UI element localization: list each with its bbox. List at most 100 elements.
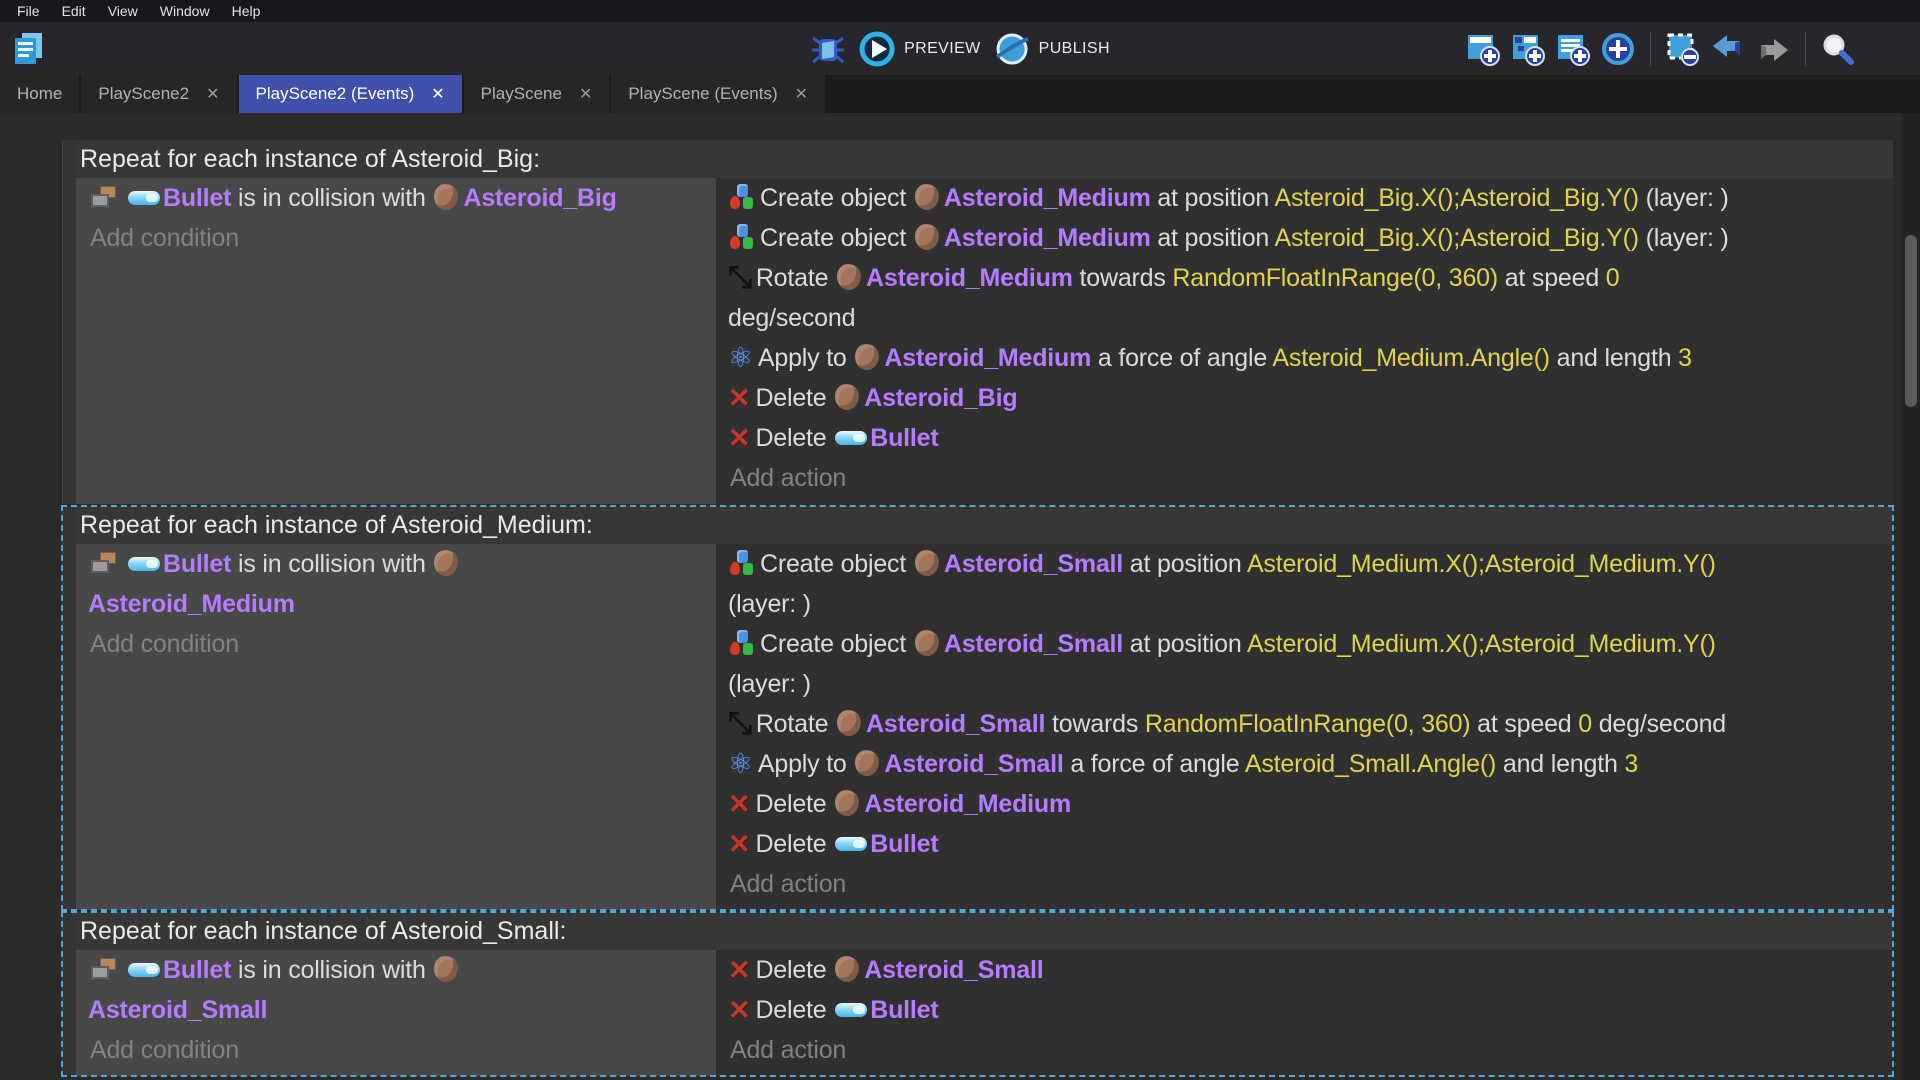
event-drag-handle[interactable] <box>62 140 76 504</box>
row-text: and length <box>1550 344 1678 372</box>
add-action-button[interactable]: Add action <box>716 458 1893 498</box>
row-text: Delete <box>755 790 833 818</box>
add-action-button[interactable]: Add action <box>716 1030 1893 1070</box>
event-drag-handle[interactable] <box>62 506 76 910</box>
event-block[interactable]: Repeat for each instance of Asteroid_Big… <box>62 140 1893 504</box>
redo-icon[interactable] <box>1755 31 1791 67</box>
tab-close-icon[interactable]: ✕ <box>795 84 808 104</box>
action-row[interactable]: Create object Asteroid_Medium at positio… <box>716 218 1893 258</box>
undo-icon[interactable] <box>1710 31 1746 67</box>
event-body: Bullet is in collision with Asteroid_Med… <box>76 544 1893 910</box>
add-condition-button[interactable]: Add condition <box>76 624 716 664</box>
toolbar-separator <box>1650 32 1651 66</box>
action-row[interactable]: Create object Asteroid_Medium at positio… <box>716 178 1893 218</box>
action-row[interactable]: ⤡Rotate Asteroid_Medium towards RandomFl… <box>716 258 1893 338</box>
object-name: Bullet <box>163 550 231 578</box>
tab-close-icon[interactable]: ✕ <box>431 84 444 104</box>
row-text: at speed <box>1470 710 1578 738</box>
scrollbar-thumb[interactable] <box>1905 235 1917 407</box>
row-text: and length <box>1496 750 1624 778</box>
gdevelop-window: FileEditViewWindowHelp <box>0 0 1920 1080</box>
action-row[interactable]: ✕Delete Bullet <box>716 418 1893 458</box>
event-block[interactable]: Repeat for each instance of Asteroid_Sma… <box>62 912 1893 1076</box>
condition-row[interactable]: Bullet is in collision with Asteroid_Med… <box>76 544 716 624</box>
tab-playscene[interactable]: PlayScene✕ <box>464 75 610 113</box>
asteroid-object-icon <box>854 749 881 778</box>
delete-icon: ✕ <box>728 385 750 412</box>
delete-icon: ✕ <box>728 957 750 984</box>
expression-text: RandomFloatInRange(0, 360) <box>1145 710 1471 738</box>
tab-playscene-events-[interactable]: PlayScene (Events)✕ <box>611 75 825 113</box>
collision-box-b <box>91 560 109 573</box>
tab-label: Home <box>17 84 62 104</box>
action-row[interactable]: ⚛Apply to Asteroid_Medium a force of ang… <box>716 338 1893 378</box>
asteroid-object-icon <box>433 183 460 212</box>
event-header[interactable]: Repeat for each instance of Asteroid_Med… <box>76 506 1893 544</box>
tab-home[interactable]: Home <box>0 75 79 113</box>
tab-close-icon[interactable]: ✕ <box>579 84 592 104</box>
menu-item-window[interactable]: Window <box>149 3 221 19</box>
row-text: a force of angle <box>1091 344 1272 372</box>
search-icon[interactable] <box>1820 31 1856 67</box>
row-text: (layer: ) <box>1639 224 1729 252</box>
asteroid-object-icon <box>433 549 460 578</box>
event-header[interactable]: Repeat for each instance of Asteroid_Sma… <box>76 912 1893 950</box>
gdevelop-logo-icon[interactable] <box>10 30 48 68</box>
action-row[interactable]: ⚛Apply to Asteroid_Small a force of angl… <box>716 744 1893 784</box>
add-subevent-icon[interactable] <box>1510 31 1546 67</box>
asteroid-object-icon <box>913 549 940 578</box>
add-condition-button[interactable]: Add condition <box>76 218 716 258</box>
tab-playscene2[interactable]: PlayScene2✕ <box>81 75 236 113</box>
remove-selection-icon[interactable] <box>1665 31 1701 67</box>
tab-close-icon[interactable]: ✕ <box>206 84 219 104</box>
event-body: Bullet is in collision with Asteroid_Sma… <box>76 950 1893 1076</box>
publish-button[interactable]: PUBLISH <box>993 30 1110 68</box>
action-row[interactable]: Create object Asteroid_Small at position… <box>716 624 1893 704</box>
row-text: at speed <box>1498 264 1606 292</box>
create-shape-g <box>743 197 753 209</box>
preview-button[interactable]: PREVIEW <box>858 30 981 68</box>
event-drag-handle[interactable] <box>62 912 76 1076</box>
condition-row[interactable]: Bullet is in collision with Asteroid_Sma… <box>76 950 716 1030</box>
add-comment-icon[interactable] <box>1555 31 1591 67</box>
create-shape-g <box>743 237 753 249</box>
event-header[interactable]: Repeat for each instance of Asteroid_Big… <box>76 140 1893 178</box>
menu-item-file[interactable]: File <box>6 3 51 19</box>
asteroid-object-icon <box>835 709 862 738</box>
expression-text: 3 <box>1624 750 1638 778</box>
asteroid-object-icon <box>834 383 861 412</box>
action-row[interactable]: ✕Delete Bullet <box>716 990 1893 1030</box>
asteroid-object-icon <box>913 629 940 658</box>
add-action-button[interactable]: Add action <box>716 864 1893 904</box>
add-event-icon[interactable] <box>1465 31 1501 67</box>
condition-row[interactable]: Bullet is in collision with Asteroid_Big <box>76 178 716 218</box>
action-row[interactable]: ✕Delete Bullet <box>716 824 1893 864</box>
add-condition-button[interactable]: Add condition <box>76 1030 716 1070</box>
delete-icon: ✕ <box>728 831 750 858</box>
menu-item-view[interactable]: View <box>97 3 149 19</box>
tab-playscene2-events-[interactable]: PlayScene2 (Events)✕ <box>239 75 462 113</box>
actions-column: Create object Asteroid_Medium at positio… <box>716 178 1893 504</box>
add-new-icon[interactable] <box>1600 31 1636 67</box>
row-text: at position <box>1151 224 1275 252</box>
row-text: is in collision with <box>231 550 432 578</box>
object-name: Bullet <box>163 956 231 984</box>
row-text: towards <box>1045 710 1145 738</box>
action-row[interactable]: ✕Delete Asteroid_Medium <box>716 784 1893 824</box>
action-row[interactable]: ✕Delete Asteroid_Big <box>716 378 1893 418</box>
row-text: (layer: ) <box>728 670 811 698</box>
row-text: Delete <box>755 956 833 984</box>
object-name: Asteroid_Small <box>944 550 1123 578</box>
bullet-object-icon <box>835 431 867 445</box>
collision-box-b <box>91 966 109 979</box>
menu-item-edit[interactable]: Edit <box>51 3 97 19</box>
menu-item-help[interactable]: Help <box>221 3 272 19</box>
bullet-object-icon <box>128 963 160 977</box>
action-row[interactable]: ⤡Rotate Asteroid_Small towards RandomFlo… <box>716 704 1893 744</box>
event-block[interactable]: Repeat for each instance of Asteroid_Med… <box>62 506 1893 910</box>
action-row[interactable]: ✕Delete Asteroid_Small <box>716 950 1893 990</box>
debug-icon[interactable] <box>810 31 846 67</box>
action-row[interactable]: Create object Asteroid_Small at position… <box>716 544 1893 624</box>
vertical-scrollbar[interactable] <box>1902 113 1920 1080</box>
create-object-icon <box>728 223 756 251</box>
